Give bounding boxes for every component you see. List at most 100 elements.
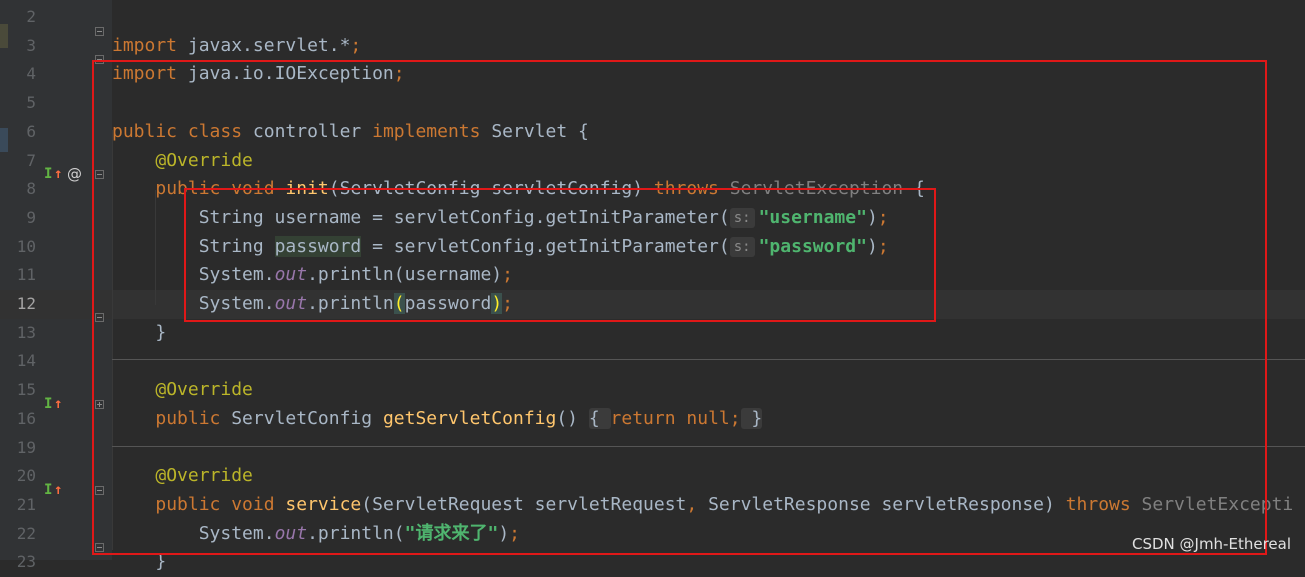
code-token: getServletConfig xyxy=(382,407,557,429)
line-number: 10 xyxy=(16,236,36,256)
code-text[interactable]: @Override xyxy=(112,147,253,176)
code-text[interactable]: public class controller implements Servl… xyxy=(112,118,589,147)
code-token: (ServletConfig servletConfig) xyxy=(328,178,654,200)
code-token: .println(username) xyxy=(307,264,503,286)
code-token: ) xyxy=(491,293,503,314)
code-line[interactable]: 5 xyxy=(0,89,1305,118)
code-token: "password" xyxy=(758,235,867,257)
code-token: } xyxy=(112,551,167,573)
code-line[interactable]: 9 String username = servletConfig.getIni… xyxy=(0,204,1305,233)
code-text[interactable]: public void init(ServletConfig servletCo… xyxy=(112,175,925,204)
implements-icon[interactable]: I xyxy=(44,390,52,419)
code-token: throws xyxy=(653,178,730,200)
code-token: out xyxy=(274,522,308,544)
code-token: controller xyxy=(252,120,373,142)
code-line[interactable]: 10 String password = servletConfig.getIn… xyxy=(0,233,1305,262)
fold-marker[interactable] xyxy=(95,313,104,322)
code-text[interactable]: System.out.println("请求来了"); xyxy=(112,520,520,549)
fold-marker[interactable] xyxy=(95,55,104,64)
code-text[interactable]: @Override xyxy=(112,376,253,405)
code-line[interactable]: 22 System.out.println("请求来了"); xyxy=(0,520,1305,549)
code-text[interactable]: System.out.println(username); xyxy=(112,261,513,290)
code-text[interactable]: String username = servletConfig.getInitP… xyxy=(112,204,889,233)
code-line[interactable]: 19 xyxy=(0,434,1305,463)
code-token: ; xyxy=(509,522,520,544)
code-line[interactable]: 6 public class controller implements Serv… xyxy=(0,118,1305,147)
parameter-hint: s: xyxy=(729,236,755,257)
code-token: System. xyxy=(112,264,275,286)
code-line[interactable]: 15 @Override xyxy=(0,376,1305,405)
code-token: ; xyxy=(877,206,889,228)
code-token: public xyxy=(155,407,232,429)
code-token: { xyxy=(588,407,611,429)
code-text[interactable]: @Override xyxy=(112,462,253,491)
line-number: 19 xyxy=(16,437,36,457)
code-text[interactable]: import javax.servlet.*; xyxy=(112,32,361,61)
code-token: @Override xyxy=(155,149,253,171)
code-line[interactable]: 11 System.out.println(username); xyxy=(0,261,1305,290)
line-number: 21 xyxy=(16,494,36,514)
annotation-icon[interactable]: @ xyxy=(67,160,82,189)
code-token: public void xyxy=(155,493,286,515)
code-token: , xyxy=(686,493,709,515)
fold-marker[interactable] xyxy=(95,486,104,495)
parameter-hint: s: xyxy=(729,207,755,228)
code-line[interactable]: 21 public void service(ServletRequest se… xyxy=(0,491,1305,520)
implements-icon[interactable]: I xyxy=(44,476,52,505)
code-token: public void xyxy=(155,178,286,200)
code-token: ) xyxy=(866,206,878,228)
code-token: ServletResponse servletResponse) xyxy=(708,493,1066,515)
code-token: service xyxy=(285,493,362,515)
line-number: 20 xyxy=(16,466,36,486)
method-separator xyxy=(112,446,1305,447)
indent-guide xyxy=(155,190,156,305)
line-number: 14 xyxy=(16,351,36,371)
code-line[interactable]: 13 } xyxy=(0,319,1305,348)
override-arrow-icon[interactable]: ↑ xyxy=(54,390,62,419)
code-line[interactable]: 3 import javax.servlet.*; xyxy=(0,32,1305,61)
code-token: implements xyxy=(372,120,492,142)
code-line[interactable]: 16 public ServletConfig getServletConfig… xyxy=(0,405,1305,434)
code-line[interactable]: 23 } xyxy=(0,548,1305,577)
code-text[interactable]: public ServletConfig getServletConfig() … xyxy=(112,405,763,434)
implements-icon[interactable]: I xyxy=(44,160,52,189)
fold-marker[interactable] xyxy=(95,543,104,552)
code-token: .println xyxy=(307,293,394,314)
code-line[interactable]: 20 @Override xyxy=(0,462,1305,491)
override-arrow-icon[interactable]: ↑ xyxy=(54,160,62,189)
code-token: System. xyxy=(112,522,275,544)
code-text[interactable]: System.out.println(password); xyxy=(112,290,513,319)
fold-marker-collapsed[interactable] xyxy=(95,400,104,409)
code-line[interactable]: 4 import java.io.IOException; xyxy=(0,60,1305,89)
line-number: 23 xyxy=(16,552,36,572)
code-token: ServletExcepti xyxy=(1141,493,1294,515)
code-text[interactable]: } xyxy=(112,548,166,577)
watermark: CSDN @Jmh-Ethereal xyxy=(1131,535,1291,553)
fold-marker[interactable] xyxy=(95,27,104,36)
code-line[interactable]: 2 xyxy=(0,3,1305,32)
code-token: ; xyxy=(393,63,405,85)
code-line[interactable]: 7 @Override xyxy=(0,147,1305,176)
code-text[interactable]: import java.io.IOException; xyxy=(112,60,405,89)
override-arrow-icon[interactable]: ↑ xyxy=(54,476,62,505)
code-text[interactable]: public void service(ServletRequest servl… xyxy=(112,491,1293,520)
fold-marker[interactable] xyxy=(95,170,104,179)
code-token: "请求来了" xyxy=(404,522,499,544)
code-token: import xyxy=(112,63,178,85)
code-text[interactable]: } xyxy=(112,319,166,348)
code-line[interactable]: 14 xyxy=(0,347,1305,376)
line-number: 6 xyxy=(26,121,36,141)
code-line[interactable]: 12 System.out.println(password); xyxy=(0,290,1305,319)
code-token: throws xyxy=(1065,493,1142,515)
code-token: { xyxy=(903,178,925,200)
code-line[interactable]: 8 public void init(ServletConfig servlet… xyxy=(0,175,1305,204)
code-text[interactable]: String password = servletConfig.getInitP… xyxy=(112,233,889,262)
code-token: ( xyxy=(393,293,405,314)
code-token: ServletConfig xyxy=(231,407,383,429)
code-token: () xyxy=(556,407,589,429)
code-token: } xyxy=(112,321,167,343)
code-token: String xyxy=(112,235,275,257)
